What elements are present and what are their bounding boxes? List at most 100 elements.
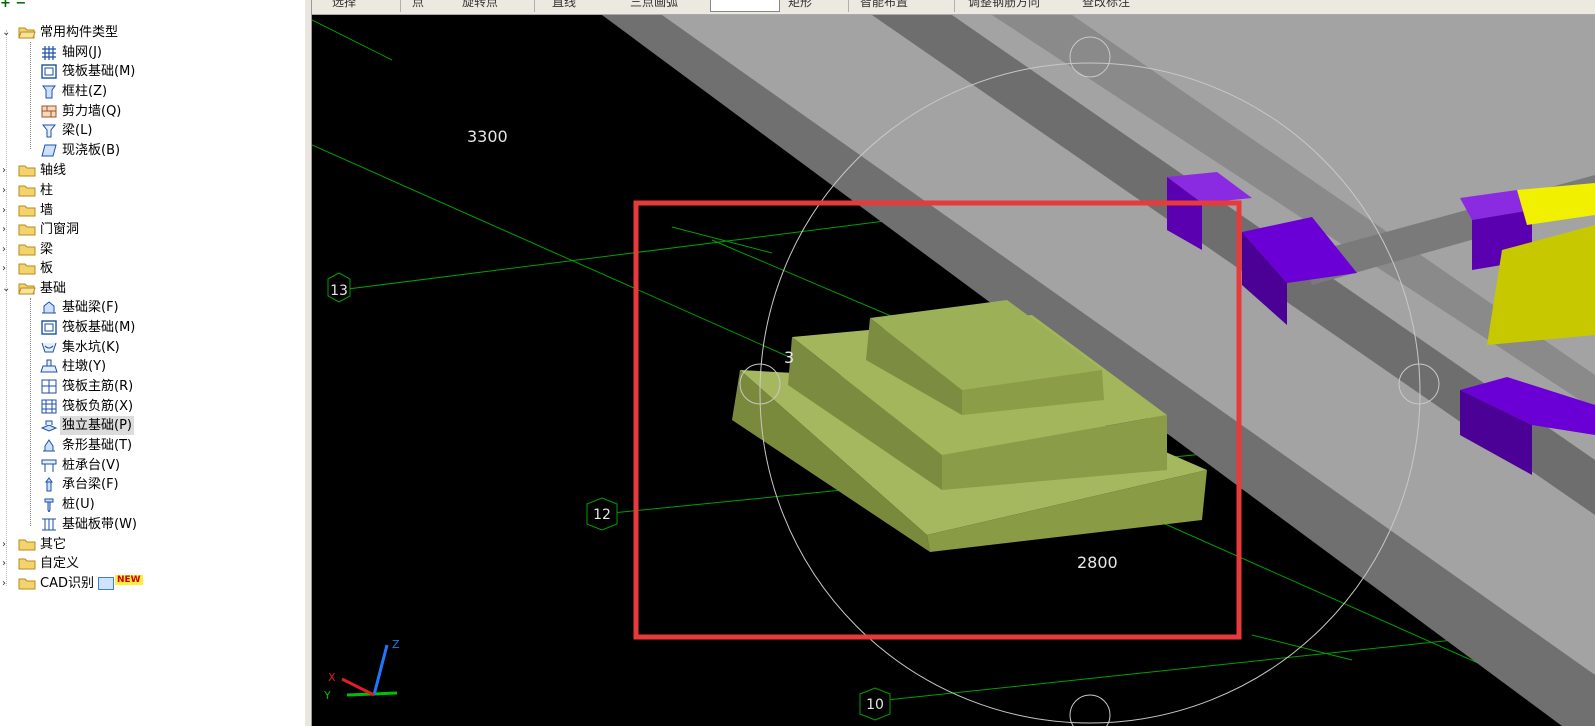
- raft-negative-rebar-icon: [41, 399, 57, 414]
- folder-icon: [18, 205, 36, 217]
- folder-icon: [18, 185, 36, 197]
- edit-annotation-tool[interactable]: 查改标注: [1082, 0, 1130, 10]
- tree-item-label: 剪力墙(Q): [62, 104, 122, 119]
- cap-beam-icon: [45, 477, 53, 492]
- tree-item-label: 桩(U): [62, 497, 95, 512]
- svg-text:Y: Y: [323, 689, 331, 702]
- line-tool[interactable]: 直线: [552, 0, 576, 10]
- toolbar-separator: [534, 0, 535, 12]
- 3d-viewport[interactable]: 3300 2800 3 13 12 10 Z X Y: [312, 15, 1595, 726]
- strip-footing-icon: [43, 439, 55, 452]
- axis-bubble-12: 12: [586, 497, 618, 531]
- tree-item-label: 筏板主筋(R): [62, 379, 134, 394]
- tree-item-label: 筏板负筋(X): [62, 399, 134, 414]
- tree-group-label: 柱: [40, 183, 54, 198]
- toolbar-separator: [954, 0, 955, 12]
- tree-item-label: 基础梁(F): [62, 300, 119, 315]
- svg-text:13: 13: [330, 283, 348, 299]
- tree-group-label: 门窗洞: [40, 222, 80, 237]
- folder-icon: [18, 578, 36, 590]
- select-tool[interactable]: 选择: [332, 0, 356, 10]
- tree-group-label: 轴线: [40, 163, 67, 178]
- folder-icon: [18, 558, 36, 570]
- tree-item-label: 柱墩(Y): [62, 359, 107, 374]
- tree-item-label: 轴网(J): [62, 45, 102, 60]
- column-icon: [42, 85, 56, 99]
- slab-icon: [41, 144, 57, 157]
- pile-icon: [44, 498, 54, 512]
- expand-arrow-icon[interactable]: ›: [2, 166, 10, 176]
- dimension-label: 2800: [1077, 553, 1118, 572]
- raft-main-rebar-icon: [41, 379, 57, 394]
- sump-pit-icon: [41, 342, 57, 353]
- collapse-arrow-icon[interactable]: ⌄: [2, 28, 10, 38]
- folder-icon: [18, 244, 36, 256]
- expand-arrow-icon[interactable]: ›: [2, 206, 10, 216]
- tree-item-label: 筏板基础(M): [62, 64, 136, 79]
- point-tool[interactable]: 点: [412, 0, 424, 10]
- smart-layout-tool[interactable]: 智能布置: [860, 0, 908, 10]
- tree-item-label: 框柱(Z): [62, 84, 108, 99]
- svg-text:X: X: [328, 671, 336, 684]
- shear-wall-icon: [41, 105, 57, 118]
- tree-group-label: 墙: [40, 203, 54, 218]
- tree-item-label: 条形基础(T): [62, 438, 133, 453]
- axis-grid-icon: [42, 46, 56, 60]
- dimension-label: 3300: [467, 127, 508, 146]
- folder-open-icon: [18, 27, 36, 39]
- pile-cap-icon: [41, 459, 57, 472]
- folder-open-icon: [18, 283, 36, 295]
- tree-item-label: 基础板带(W): [62, 517, 137, 532]
- tree-item-label: 桩承台(V): [62, 458, 121, 473]
- dimension-label: 3: [784, 348, 794, 367]
- expand-arrow-icon[interactable]: ›: [2, 540, 10, 550]
- tree-group-label: 板: [40, 261, 54, 276]
- folder-icon: [18, 539, 36, 551]
- foundation-band-icon: [42, 518, 56, 531]
- tree-item-label: 筏板基础(M): [62, 320, 136, 335]
- tree-item-label: 集水坑(K): [62, 340, 120, 355]
- model-canvas[interactable]: 3300 2800 3 13 12 10 Z X Y: [312, 15, 1595, 726]
- axis-triad: Z X Y: [323, 638, 400, 702]
- expand-arrow-icon[interactable]: ›: [2, 264, 10, 274]
- toolbar-input[interactable]: [710, 0, 780, 12]
- beam-icon: [41, 124, 57, 138]
- rotate-point-tool[interactable]: 旋转点: [462, 0, 498, 10]
- tree-item-label: 现浇板(B): [62, 143, 121, 158]
- column-pier-icon: [40, 359, 58, 373]
- expand-collapse-icon[interactable]: + −: [0, 0, 26, 11]
- tree-item-label: 承台梁(F): [62, 477, 119, 492]
- folder-icon: [18, 224, 36, 236]
- folder-icon: [18, 263, 36, 275]
- axis-bubble-13: 13: [327, 272, 351, 303]
- foundation-beam-icon: [42, 301, 56, 314]
- tree-group-label: 其它: [40, 537, 67, 552]
- three-point-arc-tool[interactable]: 三点画弧: [630, 0, 678, 10]
- adjust-rebar-direction-tool[interactable]: 调整钢筋方向: [968, 0, 1040, 10]
- expand-arrow-icon[interactable]: ›: [2, 559, 10, 569]
- expand-arrow-icon[interactable]: ›: [2, 579, 10, 589]
- svg-text:10: 10: [866, 697, 884, 713]
- cad-panel-icon: [97, 577, 114, 590]
- folder-icon: [18, 165, 36, 177]
- expand-arrow-icon[interactable]: ›: [2, 186, 10, 196]
- tree-group-label: CAD识别: [40, 576, 94, 591]
- tree-node-label: 常用构件类型: [40, 25, 119, 40]
- toolbar: 选择 点 旋转点 直线 三点画弧 矩形 智能布置 调整钢筋方向 查改标注: [312, 0, 1595, 15]
- svg-text:Z: Z: [392, 638, 400, 651]
- raft-foundation-icon: [41, 64, 57, 79]
- tree-item-label: 梁(L): [62, 123, 93, 138]
- expand-arrow-icon[interactable]: ›: [2, 225, 10, 235]
- toolbar-separator: [400, 0, 401, 12]
- collapse-arrow-icon[interactable]: ⌄: [2, 284, 10, 294]
- tree-group-label: 自定义: [40, 556, 80, 571]
- tree-group-label: 梁: [40, 242, 54, 257]
- new-badge: NEW: [114, 575, 143, 585]
- rectangle-tool[interactable]: 矩形: [788, 0, 812, 10]
- expand-arrow-icon[interactable]: ›: [2, 245, 10, 255]
- panel-splitter[interactable]: [304, 0, 312, 726]
- axis-bubble-10: 10: [859, 687, 891, 721]
- component-tree: + − ⌄ 常用构件类型 轴网(J) 筏板基础(M) 框柱(Z) 剪力墙(Q) …: [0, 0, 305, 726]
- isolated-footing-icon: [40, 420, 58, 432]
- toolbar-separator: [848, 0, 849, 12]
